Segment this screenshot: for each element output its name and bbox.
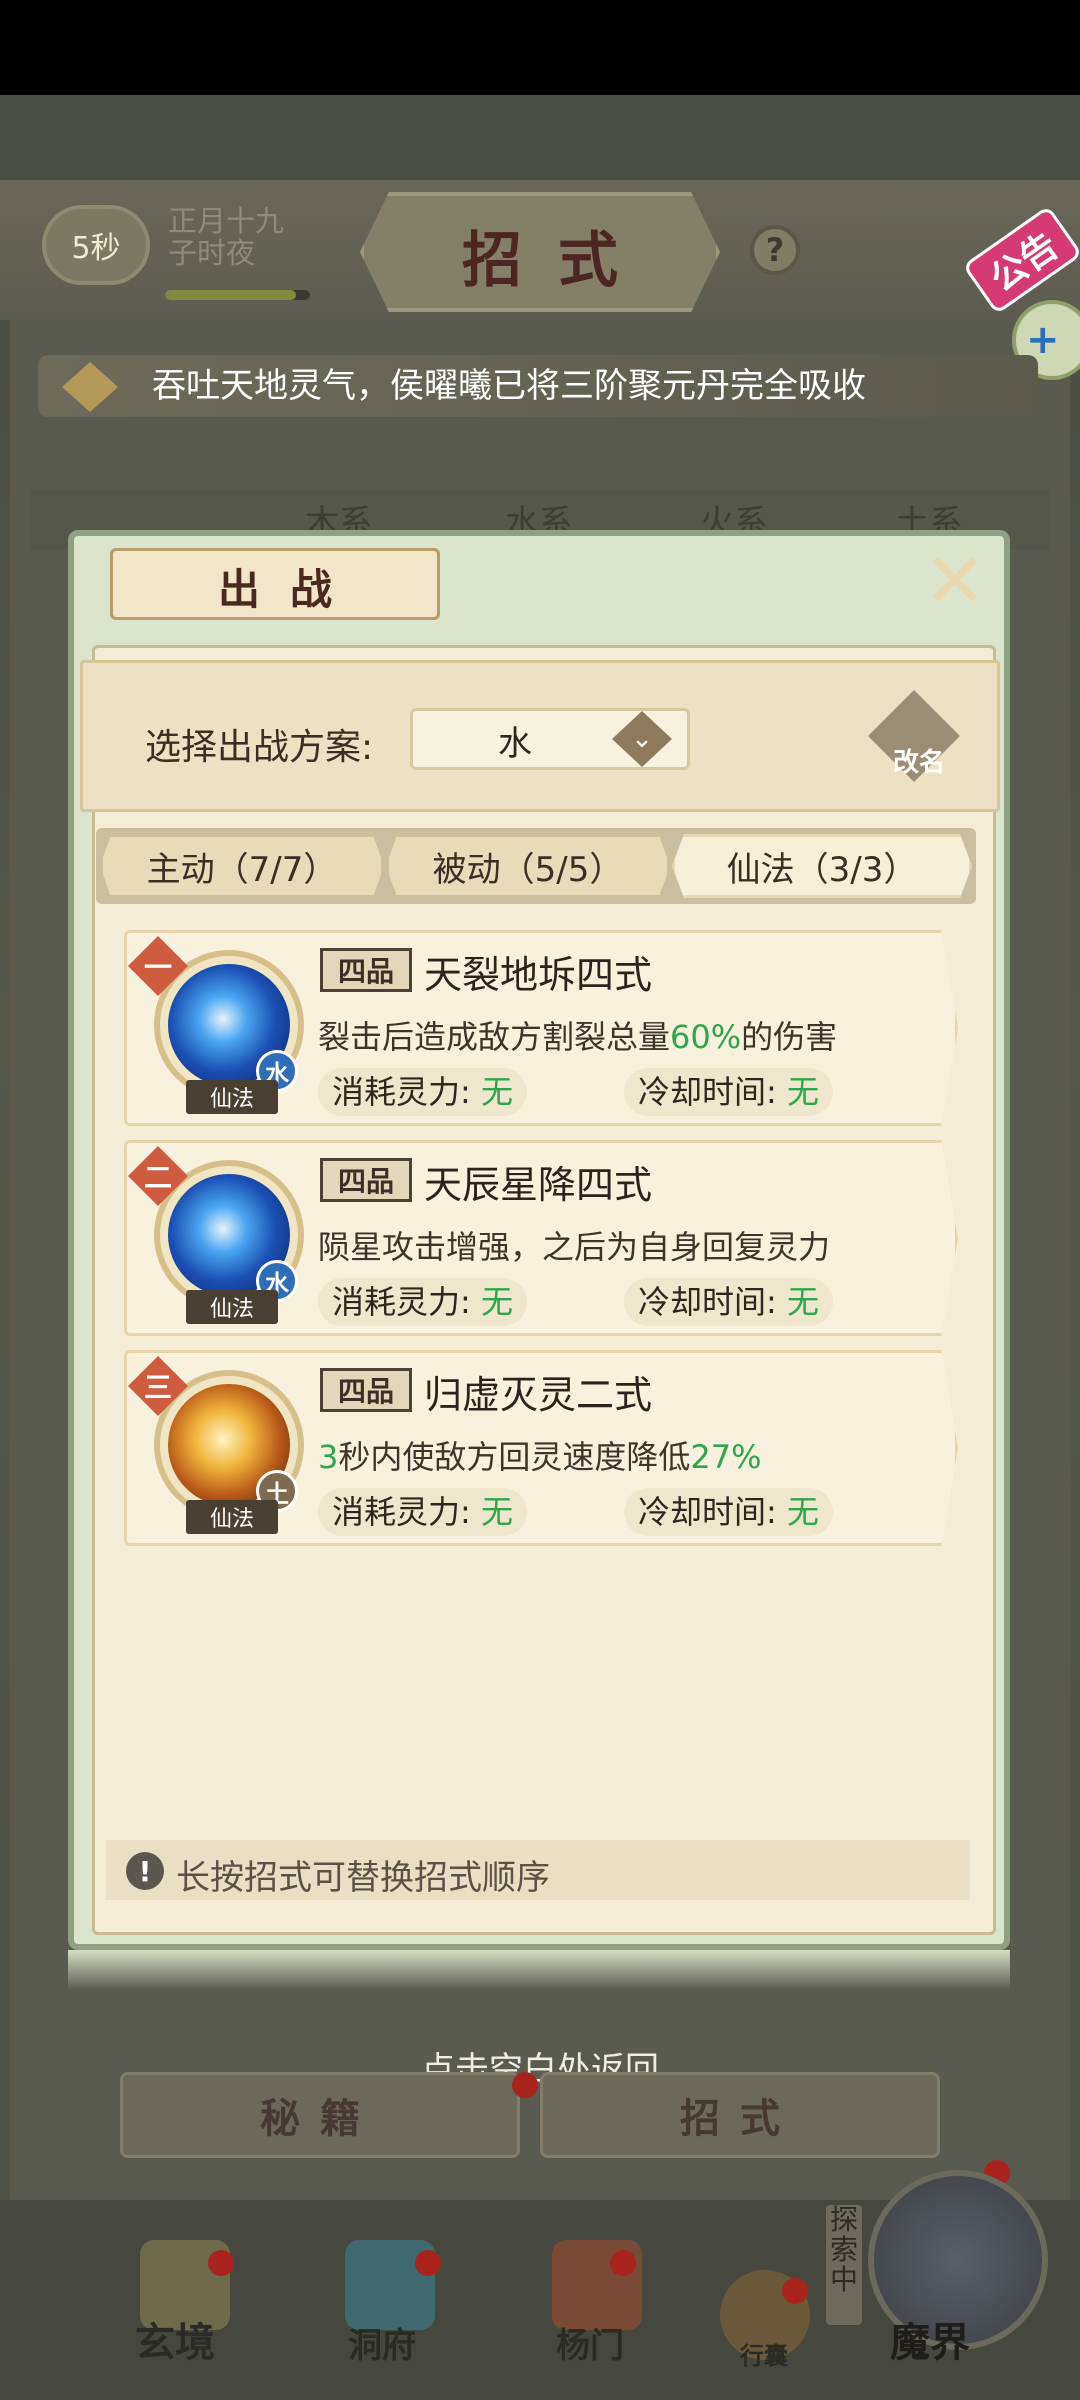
rename-button[interactable]: 改名 bbox=[874, 742, 964, 779]
desc-highlight: 3 bbox=[318, 1438, 339, 1476]
cooldown: 冷却时间: 无 bbox=[624, 1278, 833, 1326]
cooldown-value: 无 bbox=[786, 1493, 819, 1531]
timer-progress-bar bbox=[165, 290, 310, 300]
tab-secret-manual[interactable]: 秘籍 bbox=[120, 2072, 520, 2158]
explore-badge: 探索中 bbox=[826, 2205, 862, 2325]
cooldown-label: 冷却时间: bbox=[638, 1493, 777, 1531]
date-line-1: 正月十九 bbox=[168, 204, 285, 238]
desc-text: 陨星攻击增强，之后为自身回复灵力 bbox=[318, 1228, 831, 1266]
desc-text: 秒内使敌方回灵速度降低 bbox=[338, 1438, 691, 1476]
desc-highlight: 27% bbox=[690, 1438, 762, 1476]
cost-value: 无 bbox=[480, 1493, 513, 1531]
cooldown-value: 无 bbox=[786, 1073, 819, 1111]
nav-xuanjing[interactable]: 玄境 bbox=[135, 2310, 215, 2368]
nav-mojie[interactable]: 魔界 bbox=[890, 2310, 970, 2368]
nav-bag[interactable]: 行囊 bbox=[740, 2336, 788, 2371]
modal-title: 出战 bbox=[217, 565, 362, 614]
status-bar bbox=[0, 0, 1080, 95]
date-display: 正月十九 子时夜 bbox=[168, 205, 284, 269]
desc-highlight: 60% bbox=[670, 1018, 742, 1056]
spirit-cost: 消耗灵力: 无 bbox=[318, 1278, 527, 1326]
tip-text: 长按招式可替换招式顺序 bbox=[176, 1858, 550, 1898]
cooldown-label: 冷却时间: bbox=[638, 1283, 777, 1321]
info-icon: ! bbox=[126, 1852, 164, 1890]
skill-description: 陨星攻击增强，之后为自身回复灵力 bbox=[318, 1222, 830, 1268]
cooldown: 冷却时间: 无 bbox=[624, 1488, 833, 1536]
skill-type-tag: 仙法 bbox=[186, 1290, 278, 1324]
cost-label: 消耗灵力: bbox=[332, 1283, 471, 1321]
skill-type-tag: 仙法 bbox=[186, 1080, 278, 1114]
skill-description: 裂击后造成敌方割裂总量60%的伤害 bbox=[318, 1012, 837, 1058]
timer-bubble: 5秒 bbox=[42, 205, 150, 285]
skill-name: 归虚灭灵二式 bbox=[424, 1373, 653, 1417]
skill-type-tag: 仙法 bbox=[186, 1500, 278, 1534]
tab-passive-skills[interactable]: 被动（5/5） bbox=[386, 834, 670, 898]
desc-text: 的伤害 bbox=[741, 1018, 838, 1056]
notification-dot bbox=[208, 2250, 234, 2276]
cost-value: 无 bbox=[480, 1073, 513, 1111]
tab-skills[interactable]: 招式 bbox=[540, 2072, 940, 2158]
skill-grade-tag: 四品 bbox=[320, 1368, 412, 1412]
nav-yangmen[interactable]: 杨门 bbox=[556, 2318, 624, 2367]
skill-name: 天辰星降四式 bbox=[424, 1163, 653, 1207]
skill-grade-tag: 四品 bbox=[320, 948, 412, 992]
skill-grade-tag: 四品 bbox=[320, 1158, 412, 1202]
plan-select-value[interactable]: 水 bbox=[410, 716, 620, 765]
desc-text: 裂击后造成敌方割裂总量 bbox=[318, 1018, 671, 1056]
page-title: 招式 bbox=[462, 226, 654, 296]
spirit-cost: 消耗灵力: 无 bbox=[318, 1488, 527, 1536]
cost-value: 无 bbox=[480, 1283, 513, 1321]
notification-dot bbox=[782, 2278, 808, 2304]
announcement-text: 吞吐天地灵气，侯曜曦已将三阶聚元丹完全吸收 bbox=[152, 366, 866, 406]
notification-dot bbox=[512, 2072, 538, 2098]
spirit-cost: 消耗灵力: 无 bbox=[318, 1068, 527, 1116]
modal-bottom-decoration bbox=[68, 1950, 1010, 1990]
close-button[interactable]: ✕ bbox=[920, 543, 990, 619]
nav-dongfu[interactable]: 洞府 bbox=[348, 2318, 416, 2367]
notification-dot bbox=[415, 2250, 441, 2276]
tab-immortal-arts[interactable]: 仙法（3/3） bbox=[672, 834, 972, 898]
cost-label: 消耗灵力: bbox=[332, 1073, 471, 1111]
help-icon[interactable]: ? bbox=[750, 225, 800, 275]
date-line-2: 子时夜 bbox=[168, 236, 256, 270]
cooldown-value: 无 bbox=[786, 1283, 819, 1321]
cooldown-label: 冷却时间: bbox=[638, 1073, 777, 1111]
plan-label: 选择出战方案: bbox=[145, 727, 374, 768]
skill-name: 天裂地坼四式 bbox=[424, 953, 653, 997]
skill-description: 3秒内使敌方回灵速度降低27% bbox=[318, 1432, 762, 1478]
timer-progress-fill bbox=[165, 290, 296, 300]
notification-dot bbox=[610, 2250, 636, 2276]
cooldown: 冷却时间: 无 bbox=[624, 1068, 833, 1116]
tab-active-skills[interactable]: 主动（7/7） bbox=[100, 834, 384, 898]
cost-label: 消耗灵力: bbox=[332, 1493, 471, 1531]
